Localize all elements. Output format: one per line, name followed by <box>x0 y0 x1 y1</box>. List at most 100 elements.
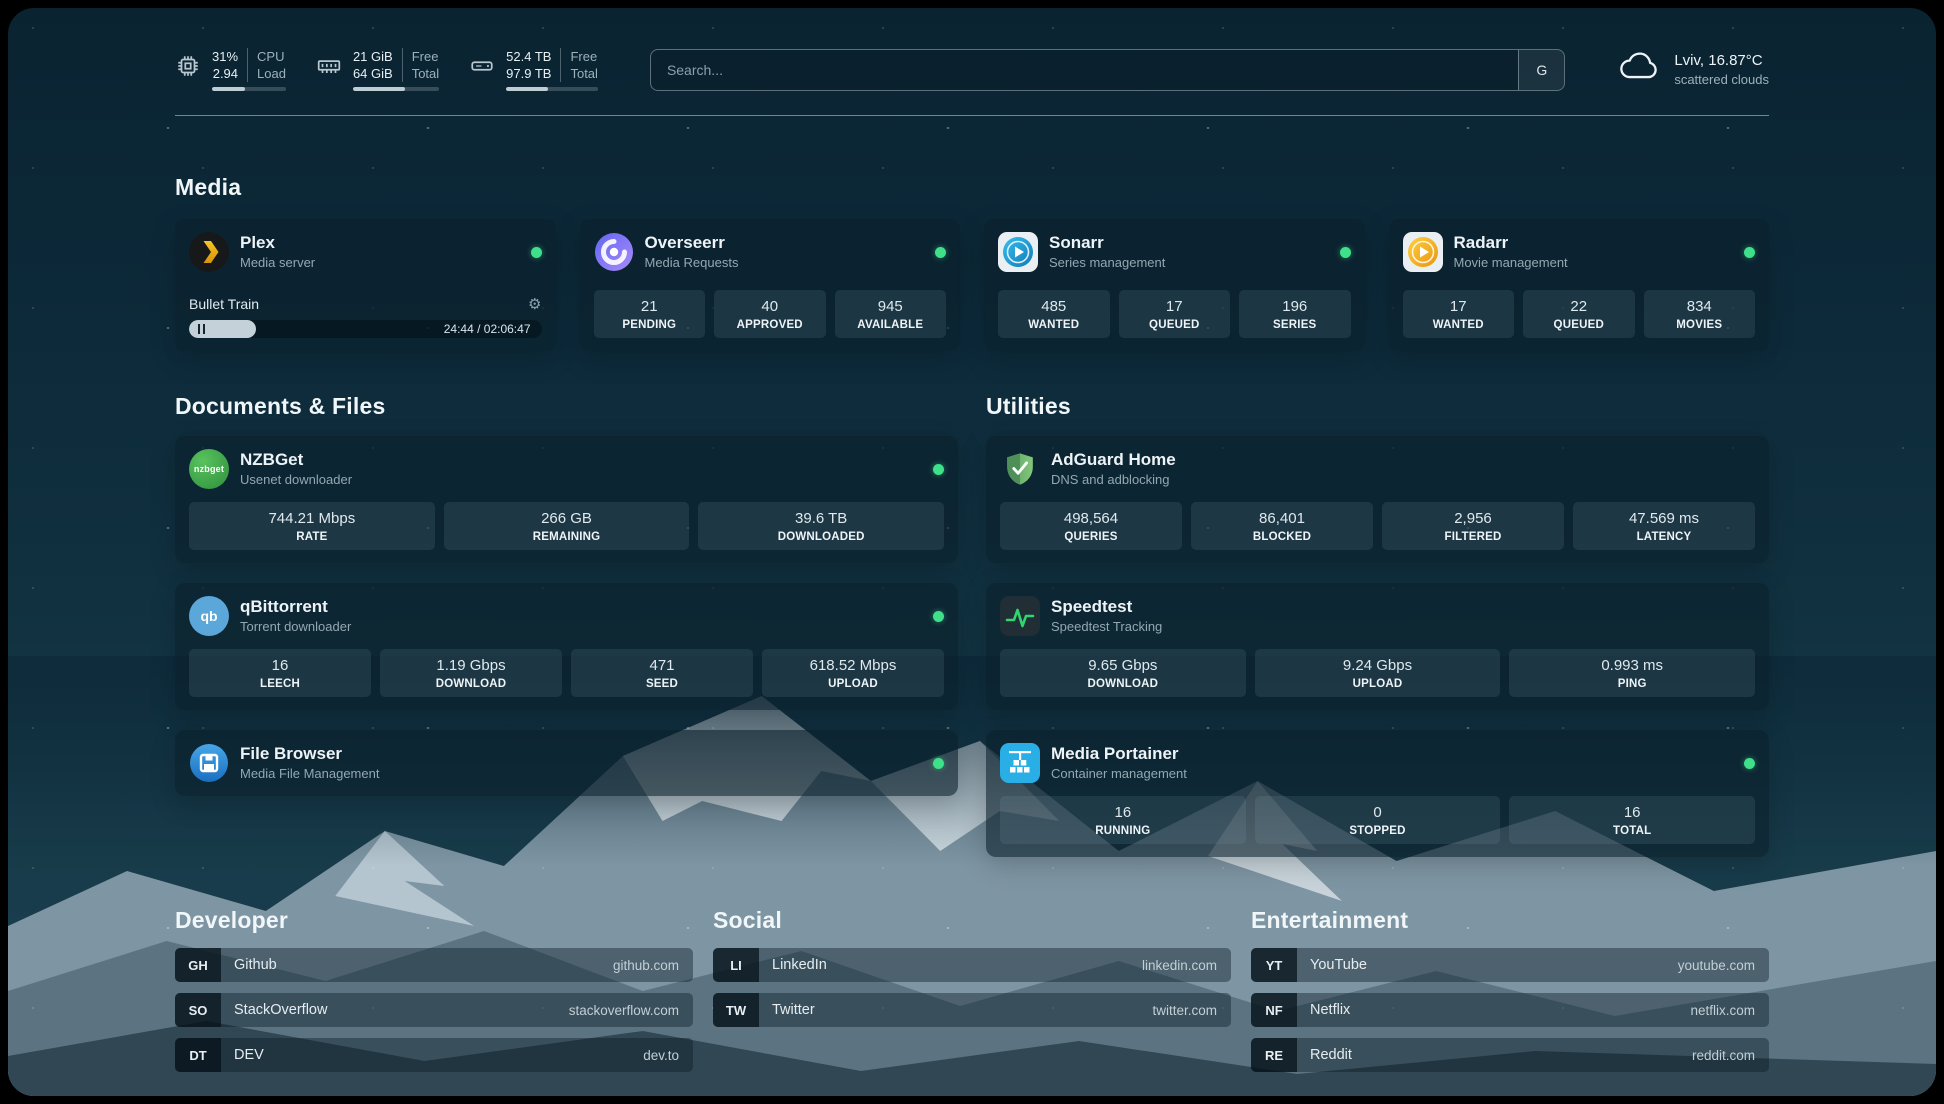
settings-icon[interactable]: ⚙ <box>528 297 541 312</box>
stat-download: 1.19 GbpsDOWNLOAD <box>380 649 562 697</box>
radarr-card[interactable]: Radarr Movie management 17WANTED 22QUEUE… <box>1389 219 1770 351</box>
media-section-title: Media <box>175 174 1769 201</box>
stat-latency: 47.569 msLATENCY <box>1573 502 1755 550</box>
service-name: qBittorrent <box>240 597 351 617</box>
stat-queued: 17QUEUED <box>1119 290 1231 338</box>
disk-icon <box>469 53 495 84</box>
status-dot <box>933 611 944 622</box>
bookmark-linkedin[interactable]: LI LinkedIn linkedin.com <box>713 948 1231 982</box>
pause-icon <box>198 324 205 334</box>
weather-condition: scattered clouds <box>1674 72 1769 87</box>
service-subtitle: Torrent downloader <box>240 618 351 635</box>
stat-ping: 0.993 msPING <box>1509 649 1755 697</box>
bookmark-name: Github <box>234 957 277 973</box>
top-bar: 31% CPU 2.94 Load 21 <box>175 48 1769 91</box>
stat-series: 196SERIES <box>1239 290 1351 338</box>
service-subtitle: Media Requests <box>645 254 739 271</box>
cpu-load-label: Load <box>247 65 286 82</box>
bookmark-stackoverflow[interactable]: SO StackOverflow stackoverflow.com <box>175 993 693 1027</box>
sonarr-card[interactable]: Sonarr Series management 485WANTED 17QUE… <box>984 219 1365 351</box>
memory-free-label: Free <box>402 48 439 65</box>
disk-free-label: Free <box>560 48 597 65</box>
bookmark-reddit[interactable]: RE Reddit reddit.com <box>1251 1038 1769 1072</box>
bookmark-dev[interactable]: DT DEV dev.to <box>175 1038 693 1072</box>
now-playing-title: Bullet Train <box>189 296 259 312</box>
stat-wanted: 17WANTED <box>1403 290 1515 338</box>
radarr-icon <box>1403 232 1443 272</box>
service-name: Radarr <box>1454 233 1568 253</box>
stat-upload: 9.24 GbpsUPLOAD <box>1255 649 1501 697</box>
status-dot <box>1744 247 1755 258</box>
service-name: Speedtest <box>1051 597 1162 617</box>
filebrowser-icon <box>189 743 229 783</box>
stat-queries: 498,564QUERIES <box>1000 502 1182 550</box>
adguard-icon <box>1000 449 1040 489</box>
weather-widget: Lviv, 16.87°C scattered clouds <box>1617 52 1769 88</box>
cloud-icon <box>1617 52 1661 88</box>
bookmark-name: Twitter <box>772 1002 815 1018</box>
status-dot <box>935 247 946 258</box>
bookmark-abbr: RE <box>1251 1038 1297 1072</box>
utilities-section: Utilities AdGuard Home <box>986 393 1769 857</box>
utilities-section-title: Utilities <box>986 393 1769 420</box>
filebrowser-card[interactable]: File Browser Media File Management <box>175 730 958 796</box>
bookmark-url: dev.to <box>643 1048 679 1063</box>
search-engine-button[interactable]: G <box>1518 50 1564 90</box>
media-section: Media Plex Media server <box>175 174 1769 351</box>
stat-stopped: 0STOPPED <box>1255 796 1501 844</box>
bookmark-name: StackOverflow <box>234 1002 327 1018</box>
stat-blocked: 86,401BLOCKED <box>1191 502 1373 550</box>
service-name: NZBGet <box>240 450 352 470</box>
disk-total-label: Total <box>560 65 597 82</box>
playback-time: 24:44 / 02:06:47 <box>444 320 531 338</box>
cpu-label: CPU <box>247 48 286 65</box>
cpu-percent: 31% <box>212 48 238 65</box>
service-name: Sonarr <box>1049 233 1165 253</box>
speedtest-icon <box>1000 596 1040 636</box>
documents-section: Documents & Files nzbget NZBGet Usenet d… <box>175 393 958 796</box>
plex-card[interactable]: Plex Media server Bullet Train ⚙ 24:44 /… <box>175 219 556 351</box>
service-subtitle: Series management <box>1049 254 1165 271</box>
social-section-title: Social <box>713 907 1231 934</box>
topbar-divider <box>175 115 1769 116</box>
stat-download: 9.65 GbpsDOWNLOAD <box>1000 649 1246 697</box>
bookmark-abbr: GH <box>175 948 221 982</box>
stat-filtered: 2,956FILTERED <box>1382 502 1564 550</box>
disk-free: 52.4 TB <box>506 48 551 65</box>
plex-icon <box>189 232 229 272</box>
stat-queued: 22QUEUED <box>1523 290 1635 338</box>
stat-total: 16TOTAL <box>1509 796 1755 844</box>
stat-leech: 16LEECH <box>189 649 371 697</box>
overseerr-card[interactable]: Overseerr Media Requests 21PENDING 40APP… <box>580 219 961 351</box>
memory-widget: 21 GiB Free 64 GiB Total <box>316 48 439 91</box>
entertainment-section: Entertainment YT YouTube youtube.com NF … <box>1251 907 1769 1072</box>
search-input[interactable] <box>651 50 1518 90</box>
sonarr-icon <box>998 232 1038 272</box>
bookmark-name: LinkedIn <box>772 957 827 973</box>
developer-section: Developer GH Github github.com SO StackO… <box>175 907 693 1072</box>
portainer-card[interactable]: Media Portainer Container management 16R… <box>986 730 1769 857</box>
bookmark-youtube[interactable]: YT YouTube youtube.com <box>1251 948 1769 982</box>
bookmark-netflix[interactable]: NF Netflix netflix.com <box>1251 993 1769 1027</box>
qbittorrent-card[interactable]: qb qBittorrent Torrent downloader 16LEEC… <box>175 583 958 710</box>
speedtest-card[interactable]: Speedtest Speedtest Tracking 9.65 GbpsDO… <box>986 583 1769 710</box>
bookmark-url: linkedin.com <box>1142 958 1217 973</box>
nzbget-card[interactable]: nzbget NZBGet Usenet downloader 744.21 M… <box>175 436 958 563</box>
bookmark-url: youtube.com <box>1678 958 1755 973</box>
bookmark-url: reddit.com <box>1692 1048 1755 1063</box>
memory-icon <box>316 53 342 84</box>
dashboard: 31% CPU 2.94 Load 21 <box>8 8 1936 1096</box>
adguard-card[interactable]: AdGuard Home DNS and adblocking 498,564Q… <box>986 436 1769 563</box>
disk-widget: 52.4 TB Free 97.9 TB Total <box>469 48 598 91</box>
bookmark-twitter[interactable]: TW Twitter twitter.com <box>713 993 1231 1027</box>
cpu-widget: 31% CPU 2.94 Load <box>175 48 286 91</box>
bookmark-github[interactable]: GH Github github.com <box>175 948 693 982</box>
service-subtitle: Media server <box>240 254 315 271</box>
disk-total: 97.9 TB <box>506 65 551 82</box>
memory-total-label: Total <box>402 65 439 82</box>
service-subtitle: Usenet downloader <box>240 471 352 488</box>
bookmark-abbr: LI <box>713 948 759 982</box>
service-name: AdGuard Home <box>1051 450 1176 470</box>
service-subtitle: Media File Management <box>240 765 379 782</box>
memory-total: 64 GiB <box>353 65 393 82</box>
